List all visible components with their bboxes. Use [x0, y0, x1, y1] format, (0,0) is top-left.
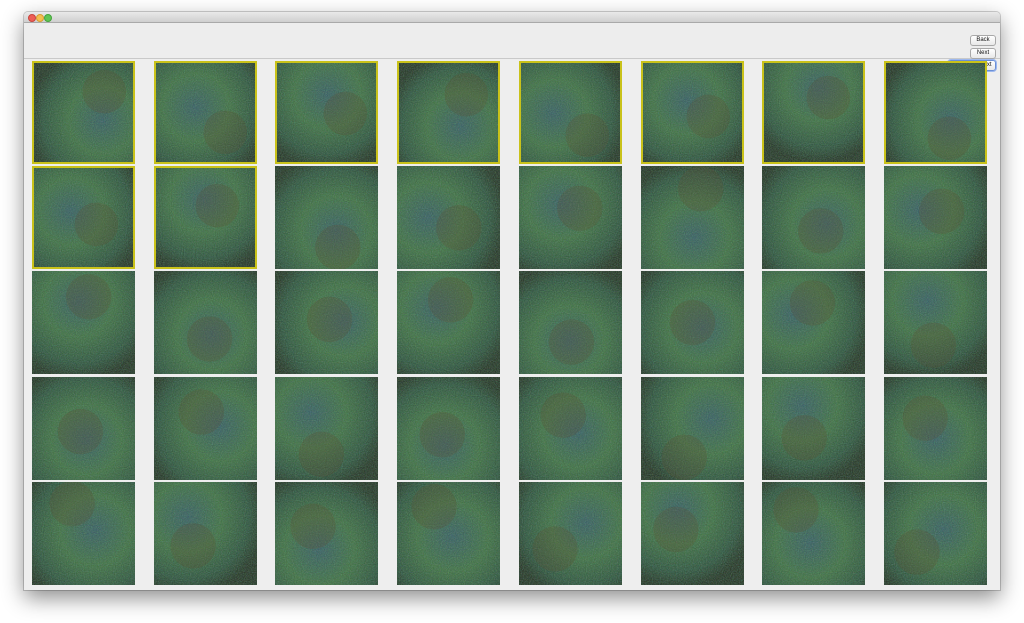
texture-tile[interactable] — [397, 482, 500, 585]
texture-image — [884, 271, 987, 374]
texture-image — [884, 166, 987, 269]
texture-image — [762, 271, 865, 374]
texture-tile[interactable] — [519, 377, 622, 480]
zoom-window-icon[interactable] — [44, 14, 52, 22]
texture-image — [275, 166, 378, 269]
texture-tile[interactable] — [762, 482, 865, 585]
texture-image — [275, 271, 378, 374]
texture-tile[interactable] — [154, 377, 257, 480]
texture-tile[interactable] — [884, 271, 987, 374]
texture-tile[interactable] — [275, 482, 378, 585]
texture-image — [154, 377, 257, 480]
texture-tile[interactable] — [32, 61, 135, 164]
texture-tile[interactable] — [519, 482, 622, 585]
texture-tile[interactable] — [519, 166, 622, 269]
texture-image — [519, 271, 622, 374]
texture-tile[interactable] — [884, 377, 987, 480]
texture-image — [641, 377, 744, 480]
texture-image — [397, 166, 500, 269]
texture-tile[interactable] — [641, 166, 744, 269]
minimize-window-icon[interactable] — [36, 14, 44, 22]
texture-image — [32, 377, 135, 480]
texture-image — [886, 63, 985, 162]
texture-tile[interactable] — [275, 61, 378, 164]
texture-tile[interactable] — [32, 166, 135, 269]
texture-image — [762, 377, 865, 480]
texture-tile[interactable] — [154, 271, 257, 374]
texture-tile[interactable] — [519, 61, 622, 164]
texture-image — [156, 168, 255, 267]
texture-tile[interactable] — [154, 166, 257, 269]
texture-tile[interactable] — [397, 271, 500, 374]
texture-image — [762, 482, 865, 585]
texture-image — [519, 377, 622, 480]
texture-image — [884, 377, 987, 480]
texture-tile[interactable] — [154, 61, 257, 164]
texture-image — [154, 482, 257, 585]
close-window-icon[interactable] — [28, 14, 36, 22]
texture-tile[interactable] — [275, 271, 378, 374]
texture-tile[interactable] — [397, 166, 500, 269]
texture-tile[interactable] — [641, 482, 744, 585]
texture-tile[interactable] — [32, 482, 135, 585]
texture-tile[interactable] — [32, 377, 135, 480]
texture-image — [519, 482, 622, 585]
texture-image — [399, 63, 498, 162]
texture-image — [156, 63, 255, 162]
texture-tile[interactable] — [641, 61, 744, 164]
texture-image — [764, 63, 863, 162]
texture-tile[interactable] — [762, 271, 865, 374]
title-bar — [24, 12, 1000, 23]
texture-tile[interactable] — [32, 271, 135, 374]
texture-tile[interactable] — [641, 271, 744, 374]
texture-image — [641, 271, 744, 374]
texture-image — [641, 166, 744, 269]
texture-tile[interactable] — [275, 166, 378, 269]
app-window: Back Next Generate Next — [24, 12, 1000, 590]
texture-image — [397, 271, 500, 374]
texture-tile[interactable] — [641, 377, 744, 480]
texture-image — [519, 166, 622, 269]
texture-image — [154, 271, 257, 374]
back-button[interactable]: Back — [970, 35, 996, 46]
texture-image — [275, 482, 378, 585]
texture-tile[interactable] — [519, 271, 622, 374]
texture-tile[interactable] — [884, 166, 987, 269]
texture-image — [884, 482, 987, 585]
texture-tile[interactable] — [762, 166, 865, 269]
texture-tile[interactable] — [884, 482, 987, 585]
texture-image — [34, 63, 133, 162]
texture-grid — [32, 61, 988, 587]
texture-tile[interactable] — [275, 377, 378, 480]
toolbar: Back Next Generate Next — [24, 23, 1000, 71]
texture-tile[interactable] — [397, 61, 500, 164]
texture-image — [762, 166, 865, 269]
texture-image — [397, 482, 500, 585]
texture-image — [641, 482, 744, 585]
texture-tile[interactable] — [397, 377, 500, 480]
texture-image — [275, 377, 378, 480]
texture-tile[interactable] — [762, 61, 865, 164]
texture-tile[interactable] — [762, 377, 865, 480]
texture-tile[interactable] — [154, 482, 257, 585]
texture-image — [32, 482, 135, 585]
next-button[interactable]: Next — [970, 48, 996, 59]
texture-image — [643, 63, 742, 162]
texture-image — [521, 63, 620, 162]
texture-tile[interactable] — [884, 61, 987, 164]
texture-image — [34, 168, 133, 267]
texture-image — [277, 63, 376, 162]
texture-image — [32, 271, 135, 374]
texture-image — [397, 377, 500, 480]
